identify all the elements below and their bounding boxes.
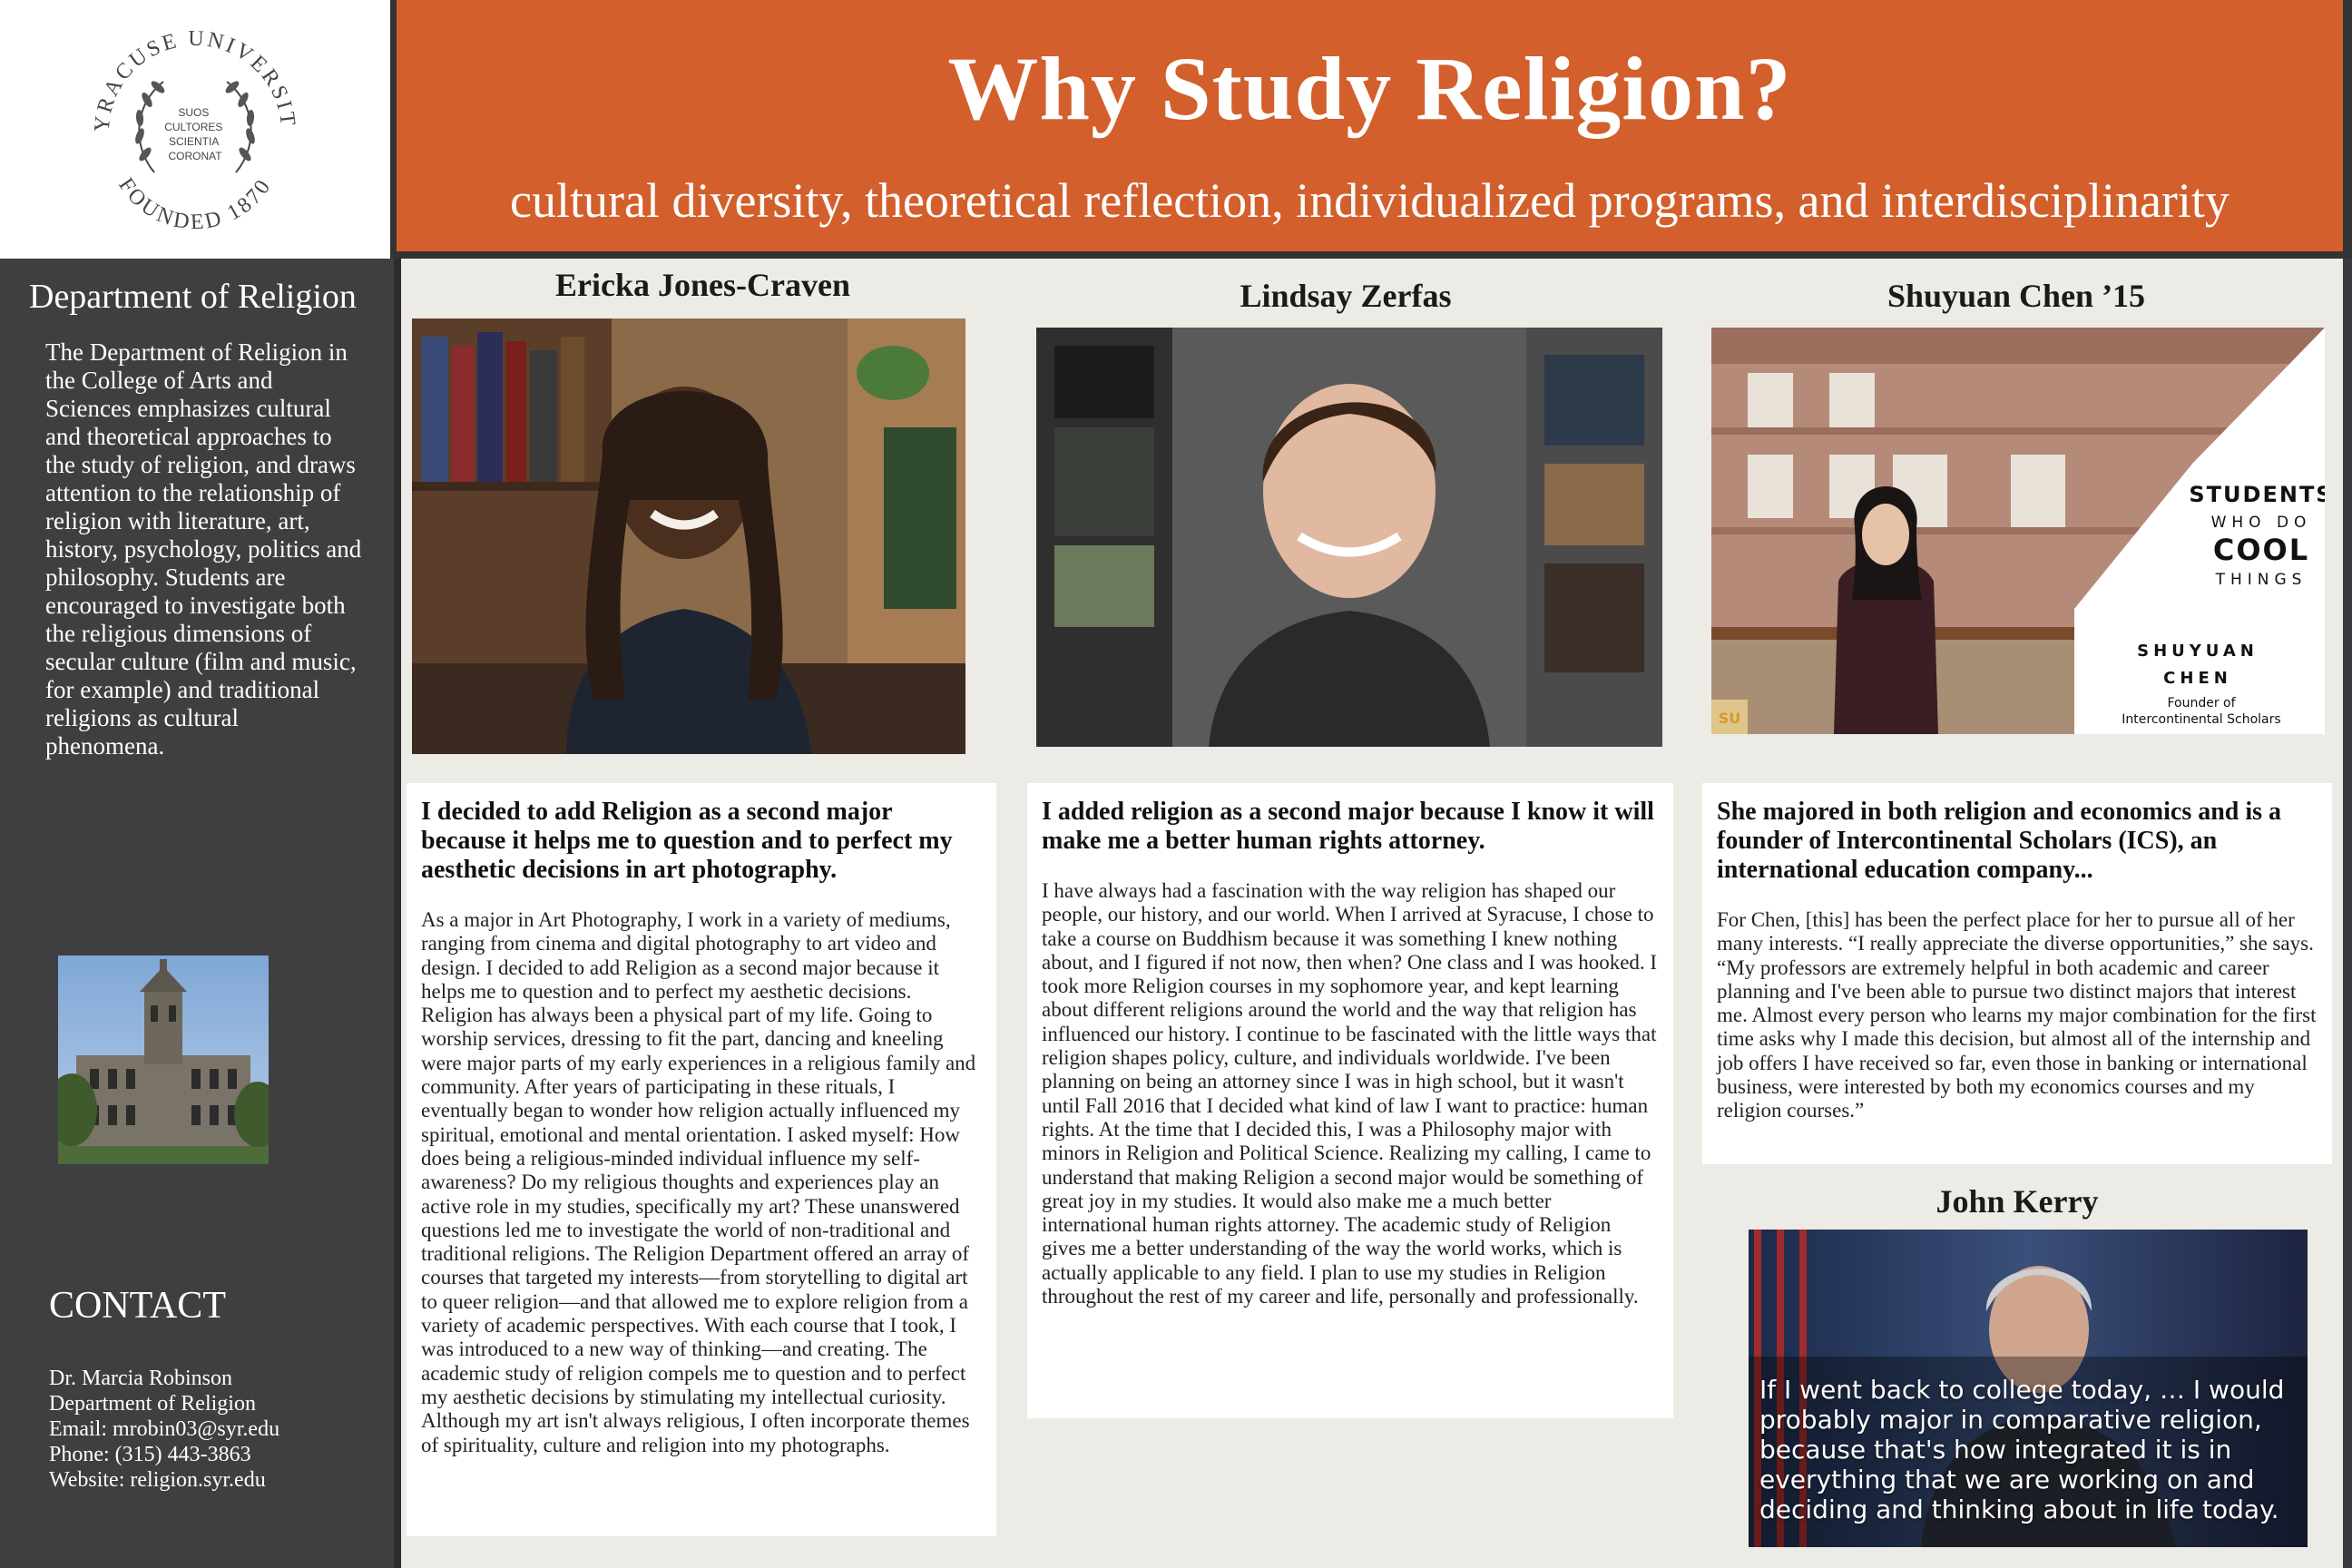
university-seal: SYRACUSE UNIVERSITY FOUNDED 1870 SUOS CU… [82, 18, 297, 235]
contact-heading: CONTACT [49, 1285, 226, 1327]
hall-of-languages-photo [58, 956, 269, 1164]
seal-motto-line: SCIENTIA [169, 135, 219, 148]
main-content: Ericka Jones-Craven I decided to add Rel… [401, 259, 2343, 1568]
profile-name: Ericka Jones-Craven [555, 267, 850, 303]
seal-motto-line: CULTORES [164, 121, 222, 133]
profile-body: I have always had a fascination with the… [1042, 879, 1658, 1308]
contact-website[interactable]: Website: religion.syr.edu [49, 1467, 279, 1493]
right-edge [2343, 259, 2352, 1568]
profile-photo-shuyuan: SU STUDENTS WHO DO COOL THINGS SHUYUAN C… [1711, 328, 2325, 734]
profile-card-ericka: I decided to add Religion as a second ma… [407, 783, 996, 1536]
profile-lead: I decided to add Religion as a second ma… [421, 798, 953, 884]
badge-role: Intercontinental Scholars [2122, 712, 2280, 727]
department-description: The Department of Religion in the Colleg… [45, 338, 362, 760]
badge-line: STUDENTS [2189, 482, 2325, 507]
badge-name: SHUYUAN [2137, 642, 2259, 661]
profile-photo-ericka [412, 318, 965, 754]
profile-name: Shuyuan Chen ’15 [1886, 278, 2146, 314]
profile-card-lindsay: I added religion as a second major becau… [1027, 783, 1673, 1418]
seal-founded-text: FOUNDED 1870 [113, 174, 273, 235]
department-heading: Department of Religion [29, 278, 357, 316]
seal-motto-line: CORONAT [168, 150, 222, 162]
page-title: Why Study Religion? [947, 38, 1792, 139]
profile-lead: I added religion as a second major becau… [1042, 798, 1654, 855]
kerry-name: John Kerry [1936, 1183, 2099, 1220]
svg-text:FOUNDED 1870: FOUNDED 1870 [113, 174, 276, 235]
badge-line: THINGS [2215, 571, 2308, 589]
page-subtitle: cultural diversity, theoretical reflecti… [510, 173, 2230, 228]
contact-info: Dr. Marcia Robinson Department of Religi… [49, 1366, 279, 1493]
badge-line: WHO DO [2211, 514, 2312, 532]
seal-motto-line: SUOS [178, 106, 209, 119]
contact-department: Department of Religion [49, 1392, 256, 1416]
contact-phone: Phone: (315) 443-3863 [49, 1443, 251, 1466]
sidebar-divider [394, 259, 401, 1568]
sidebar: Department of Religion The Department of… [0, 259, 394, 1568]
kerry-photo: If I went back to college today, … I wou… [1749, 1230, 2308, 1547]
profile-lead: She majored in both religion and economi… [1717, 798, 2282, 884]
profile-name: Lindsay Zerfas [1240, 278, 1452, 314]
contact-name: Dr. Marcia Robinson [49, 1367, 232, 1390]
svg-text:SUOS CULTORES SCIE: SUOS CULTORES SCIENTIA CORONAT [164, 106, 226, 162]
title-banner: Why Study Religion? cultural diversity, … [397, 0, 2343, 251]
badge-role: Founder of [2167, 696, 2236, 710]
profile-body: For Chen, [this] has been the perfect pl… [1717, 908, 2317, 1122]
profile-photo-lindsay [1036, 328, 1662, 747]
contact-email[interactable]: Email: mrobin03@syr.edu [49, 1416, 279, 1442]
kerry-quote: If I went back to college today, … I wou… [1759, 1375, 2285, 1524]
profile-card-shuyuan: She majored in both religion and economi… [1702, 783, 2332, 1164]
header: Why Study Religion? cultural diversity, … [390, 0, 2352, 259]
profile-body: As a major in Art Photography, I work in… [421, 908, 976, 1456]
university-logo-box: SYRACUSE UNIVERSITY FOUNDED 1870 SUOS CU… [0, 0, 390, 259]
su-corner-logo: SU [1719, 710, 1741, 727]
badge-name: CHEN [2163, 669, 2232, 688]
badge-line: COOL [2213, 533, 2309, 567]
